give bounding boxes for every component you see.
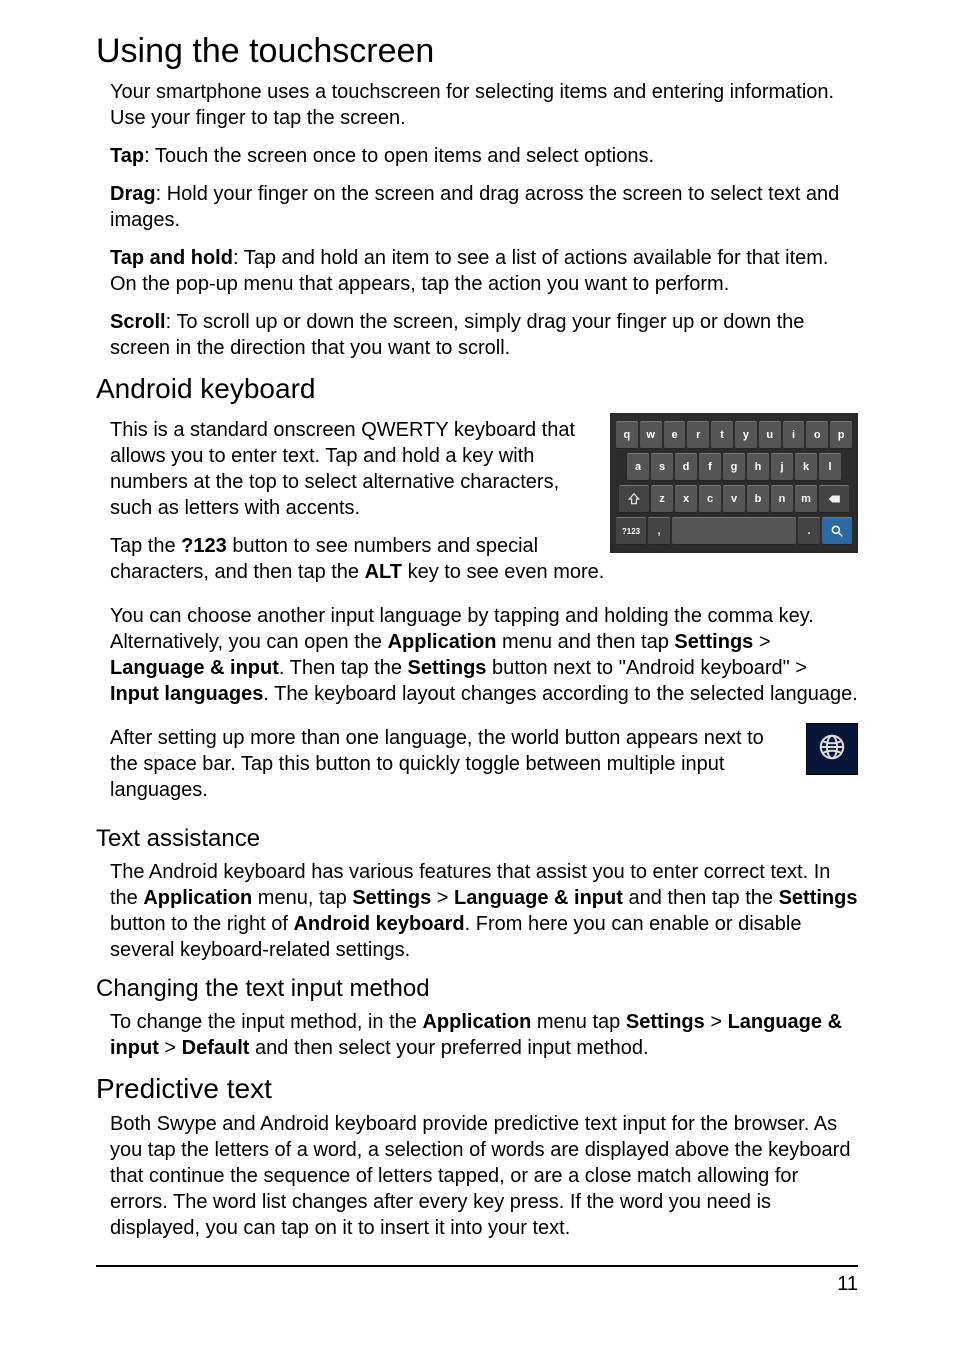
kb-p2-b2: ALT <box>365 561 402 583</box>
ta-b3: Language & input <box>454 887 623 909</box>
text-assistance-heading: Text assistance <box>96 825 858 853</box>
globe-icon <box>817 732 847 767</box>
key-u: u <box>759 421 781 449</box>
comma-key: , <box>648 517 670 545</box>
scroll-text: : To scroll up or down the screen, simpl… <box>110 311 804 359</box>
kb-p3-t5: . The keyboard layout changes according … <box>263 683 857 705</box>
key-p: p <box>830 421 852 449</box>
ta-b5: Android keyboard <box>293 913 464 935</box>
key-n: n <box>771 485 793 513</box>
shift-key-icon <box>619 485 649 513</box>
kb-p3-b2: Settings <box>674 631 753 653</box>
ch-t4: and then select your preferred input met… <box>249 1037 648 1059</box>
ch-b1: Application <box>422 1011 531 1033</box>
ch-t1: menu tap <box>531 1011 626 1033</box>
ta-b4: Settings <box>779 887 858 909</box>
key-s: s <box>651 453 673 481</box>
kb-p3-t2: > <box>753 631 770 653</box>
page-title: Using the touchscreen <box>96 32 858 71</box>
kb-p3-b5: Input languages <box>110 683 263 705</box>
key-b: b <box>747 485 769 513</box>
kb-p3-t3: . Then tap the <box>279 657 408 679</box>
keyboard-row-2: a s d f g h j k l <box>616 453 852 481</box>
key-o: o <box>806 421 828 449</box>
key-l: l <box>819 453 841 481</box>
key-r: r <box>687 421 709 449</box>
scroll-paragraph: Scroll: To scroll up or down the screen,… <box>110 309 858 361</box>
ta-t1: menu, tap <box>252 887 352 909</box>
drag-text: : Hold your finger on the screen and dra… <box>110 183 839 231</box>
ta-t4: button to the right of <box>110 913 293 935</box>
period-key: . <box>798 517 820 545</box>
ta-b1: Application <box>143 887 252 909</box>
taphold-paragraph: Tap and hold: Tap and hold an item to se… <box>110 245 858 297</box>
space-key <box>672 517 796 545</box>
key-i: i <box>783 421 805 449</box>
key-m: m <box>795 485 817 513</box>
predictive-text-paragraph: Both Swype and Android keyboard provide … <box>110 1111 858 1241</box>
ta-t2: > <box>431 887 454 909</box>
ch-b4: Default <box>182 1037 250 1059</box>
key-a: a <box>627 453 649 481</box>
backspace-key-icon <box>819 485 849 513</box>
kb-p3-t4: button next to "Android keyboard" > <box>486 657 807 679</box>
ta-t3: and then tap the <box>623 887 779 909</box>
key-k: k <box>795 453 817 481</box>
keyboard-paragraph-3: You can choose another input language by… <box>110 603 858 707</box>
tap-paragraph: Tap: Touch the screen once to open items… <box>110 143 858 169</box>
key-j: j <box>771 453 793 481</box>
keyboard-row-3: z x c v b n m <box>616 485 852 513</box>
tap-label: Tap <box>110 145 144 167</box>
drag-paragraph: Drag: Hold your finger on the screen and… <box>110 181 858 233</box>
keyboard-row-1: q w e r t y u i o p <box>616 421 852 449</box>
kb-p3-t1: menu and then tap <box>496 631 674 653</box>
search-key-icon <box>822 517 852 545</box>
text-assistance-paragraph: The Android keyboard has various feature… <box>110 859 858 963</box>
key-x: x <box>675 485 697 513</box>
changing-input-method-paragraph: To change the input method, in the Appli… <box>110 1009 858 1061</box>
intro-paragraph: Your smartphone uses a touchscreen for s… <box>110 79 858 131</box>
world-button-image <box>806 723 858 775</box>
key-w: w <box>640 421 662 449</box>
page-number: 11 <box>0 1267 954 1296</box>
symbols-key: ?123 <box>616 517 646 545</box>
kb-p3-b3: Language & input <box>110 657 279 679</box>
ch-b2: Settings <box>626 1011 705 1033</box>
keyboard-row-4: ?123 , . <box>616 517 852 545</box>
key-t: t <box>711 421 733 449</box>
ch-pre: To change the input method, in the <box>110 1011 422 1033</box>
kb-p2-b1: ?123 <box>181 535 227 557</box>
kb-p2-post: key to see even more. <box>402 561 604 583</box>
key-d: d <box>675 453 697 481</box>
key-v: v <box>723 485 745 513</box>
key-y: y <box>735 421 757 449</box>
android-keyboard-heading: Android keyboard <box>96 373 858 405</box>
kb-p3-b1: Application <box>388 631 497 653</box>
tap-text: : Touch the screen once to open items an… <box>144 145 654 167</box>
kb-p3-b4: Settings <box>408 657 487 679</box>
ta-b2: Settings <box>352 887 431 909</box>
key-z: z <box>651 485 673 513</box>
taphold-label: Tap and hold <box>110 247 233 269</box>
key-q: q <box>616 421 638 449</box>
predictive-text-heading: Predictive text <box>96 1073 858 1105</box>
key-h: h <box>747 453 769 481</box>
keyboard-image: q w e r t y u i o p a s d <box>610 413 858 553</box>
scroll-label: Scroll <box>110 311 166 333</box>
keyboard-paragraph-4: After setting up more than one language,… <box>110 725 858 803</box>
changing-input-method-heading: Changing the text input method <box>96 975 858 1003</box>
drag-label: Drag <box>110 183 156 205</box>
kb-p2-pre: Tap the <box>110 535 181 557</box>
key-c: c <box>699 485 721 513</box>
key-f: f <box>699 453 721 481</box>
key-e: e <box>664 421 686 449</box>
key-g: g <box>723 453 745 481</box>
ch-t2: > <box>705 1011 728 1033</box>
ch-t3: > <box>159 1037 182 1059</box>
